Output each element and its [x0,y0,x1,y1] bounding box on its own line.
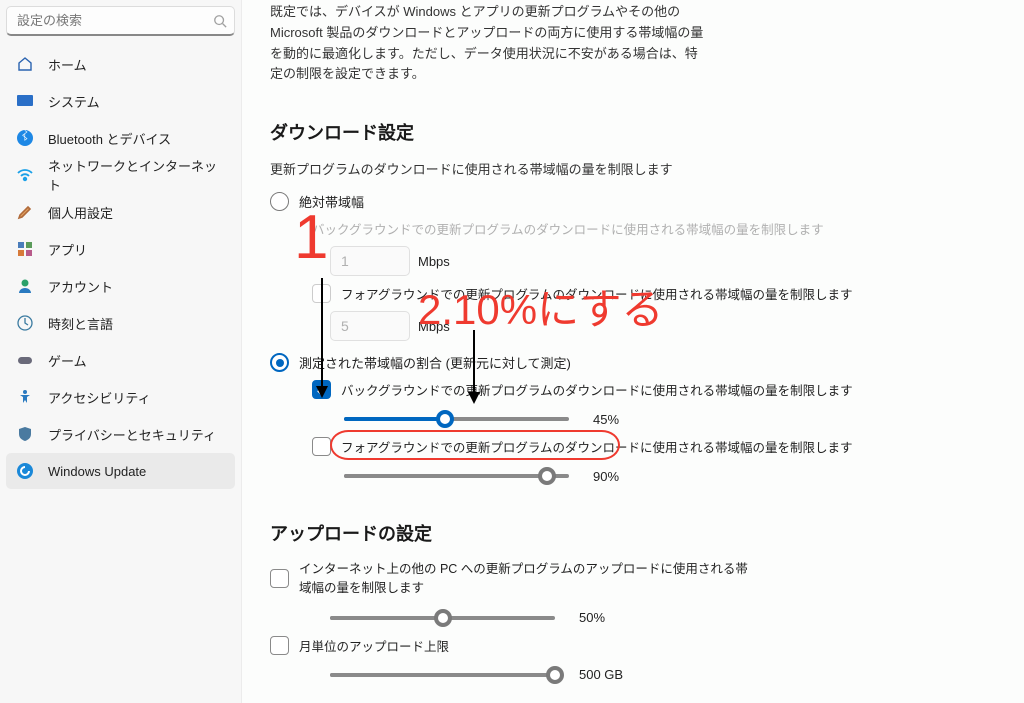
monthly-cap-label: 月単位のアップロード上限 [299,636,449,655]
monthly-cap-checkbox[interactable] [270,636,289,655]
system-icon [16,92,34,110]
bg-absolute-label: バックグラウンドでの更新プログラムのダウンロードに使用される帯域幅の量を制限しま… [312,219,1004,238]
sidebar-item-label: アクセシビリティ [48,388,151,407]
sidebar-item-network[interactable]: ネットワークとインターネット [6,157,235,193]
globe-clock-icon [16,314,34,332]
fg-percent-value: 90% [593,469,653,484]
sidebar-item-label: Bluetooth とデバイス [48,129,171,148]
upload-limit-checkbox[interactable] [270,569,289,588]
search-wrap [6,6,235,36]
radio-label: 絶対帯域幅 [299,192,364,211]
bg-absolute-input[interactable] [330,246,410,276]
accessibility-icon [16,388,34,406]
main-content: 既定では、デバイスが Windows とアプリの更新プログラムやその他の Mic… [242,0,1024,703]
search-input[interactable] [6,6,235,36]
fg-percent-checkbox[interactable] [312,437,331,456]
sidebar-item-gaming[interactable]: ゲーム [6,342,235,378]
sidebar-item-home[interactable]: ホーム [6,46,235,82]
bluetooth-icon [16,129,34,147]
wifi-icon [16,166,34,184]
bg-percent-checkbox[interactable] [312,380,331,399]
sidebar-item-personalization[interactable]: 個人用設定 [6,194,235,230]
sidebar-item-label: アプリ [48,240,87,259]
monthly-cap-slider[interactable] [330,665,555,685]
sidebar-item-time[interactable]: 時刻と言語 [6,305,235,341]
sidebar-item-label: ゲーム [48,351,87,370]
upload-limit-value: 50% [579,610,639,625]
sidebar-item-label: システム [48,92,100,111]
radio-label: 測定された帯域幅の割合 (更新元に対して測定) [299,353,571,372]
fg-percent-label: フォアグラウンドでの更新プログラムのダウンロードに使用される帯域幅の量を制限しま… [341,437,853,456]
download-subtext: 更新プログラムのダウンロードに使用される帯域幅の量を制限します [270,159,1004,178]
brush-icon [16,203,34,221]
mbps-unit: Mbps [418,319,450,334]
intro-text: 既定では、デバイスが Windows とアプリの更新プログラムやその他の Mic… [270,0,710,85]
gamepad-icon [16,351,34,369]
sidebar-item-label: 個人用設定 [48,203,113,222]
search-icon [213,14,227,28]
fg-absolute-input[interactable] [330,311,410,341]
radio-absolute-bandwidth[interactable]: 絶対帯域幅 [270,192,1004,211]
upload-heading: アップロードの設定 [270,520,1004,546]
fg-percent-slider[interactable] [344,466,569,486]
sidebar-item-accounts[interactable]: アカウント [6,268,235,304]
sidebar-item-label: プライバシーとセキュリティ [48,425,216,444]
fg-absolute-checkbox[interactable] [312,284,331,303]
apps-icon [16,240,34,258]
home-icon [16,55,34,73]
monthly-cap-value: 500 GB [579,667,639,682]
download-heading: ダウンロード設定 [270,119,1004,145]
sidebar-item-bluetooth[interactable]: Bluetooth とデバイス [6,120,235,156]
sidebar-item-label: Windows Update [48,464,146,479]
fg-absolute-label: フォアグラウンドでの更新プログラムのダウンロードに使用される帯域幅の量を制限しま… [341,284,853,303]
update-icon [16,462,34,480]
sidebar-item-apps[interactable]: アプリ [6,231,235,267]
settings-sidebar: ホーム システム Bluetooth とデバイス ネットワークとインターネット … [0,0,242,703]
sidebar-item-label: アカウント [48,277,113,296]
sidebar-item-system[interactable]: システム [6,83,235,119]
radio-icon [270,192,289,211]
bg-percent-label: バックグラウンドでの更新プログラムのダウンロードに使用される帯域幅の量を制限しま… [341,380,853,399]
bg-percent-slider[interactable] [344,409,569,429]
sidebar-item-windows-update[interactable]: Windows Update [6,453,235,489]
mbps-unit: Mbps [418,254,450,269]
shield-icon [16,425,34,443]
radio-icon [270,353,289,372]
sidebar-item-label: ネットワークとインターネット [48,156,225,194]
bg-percent-value: 45% [593,412,653,427]
radio-percent-bandwidth[interactable]: 測定された帯域幅の割合 (更新元に対して測定) [270,353,1004,372]
sidebar-item-label: 時刻と言語 [48,314,113,333]
sidebar-item-privacy[interactable]: プライバシーとセキュリティ [6,416,235,452]
upload-limit-slider[interactable] [330,608,555,628]
sidebar-item-accessibility[interactable]: アクセシビリティ [6,379,235,415]
upload-limit-label: インターネット上の他の PC への更新プログラムのアップロードに使用される帯域幅… [299,560,759,598]
account-icon [16,277,34,295]
sidebar-item-label: ホーム [48,55,87,74]
